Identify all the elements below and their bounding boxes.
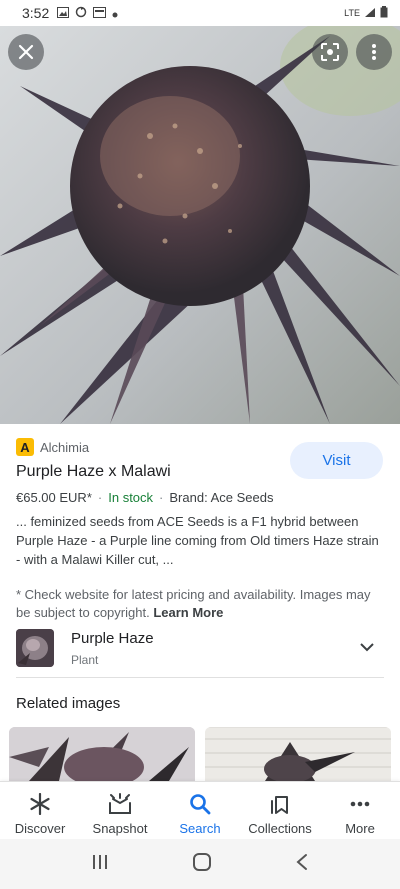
disclaimer: * Check website for latest pricing and a… xyxy=(16,586,384,622)
more-horizontal-icon xyxy=(350,801,370,807)
related-image[interactable] xyxy=(9,727,195,781)
status-right: LTE xyxy=(344,6,388,20)
network-type: LTE xyxy=(344,8,360,18)
sync-notification-icon xyxy=(75,5,87,21)
close-icon xyxy=(18,44,34,60)
price: €65.00 EUR* xyxy=(16,490,92,505)
entity-text: Purple Haze Plant xyxy=(71,630,154,667)
home-icon xyxy=(192,852,211,871)
nav-collections[interactable]: Collections xyxy=(240,782,320,839)
home-button[interactable] xyxy=(192,852,212,877)
related-images-heading: Related images xyxy=(16,695,121,712)
nav-search[interactable]: Search xyxy=(160,782,240,839)
bottom-navigation: Discover Snapshot Search Collections Mor… xyxy=(0,781,400,839)
result-description: ... feminized seeds from ACE Seeds is a … xyxy=(16,514,379,567)
recents-icon xyxy=(93,854,108,869)
entity-image xyxy=(16,629,54,667)
entity-name: Purple Haze xyxy=(71,629,154,647)
back-icon xyxy=(296,853,307,870)
nav-label: Discover xyxy=(14,821,66,836)
signal-icon xyxy=(364,7,376,20)
system-navigation-bar xyxy=(0,839,400,889)
site-favicon-icon: A xyxy=(16,438,34,456)
recents-button[interactable] xyxy=(91,853,109,876)
nav-label: Snapshot xyxy=(92,821,148,836)
collections-icon xyxy=(271,796,288,814)
product-meta: €65.00 EUR* · In stock · Brand: Ace Seed… xyxy=(16,490,384,505)
more-vertical-icon xyxy=(372,44,376,60)
nav-label: Collections xyxy=(248,821,312,836)
separator-dot: · xyxy=(159,490,164,505)
screen-notification-icon xyxy=(93,5,107,21)
related-image-picture xyxy=(205,727,391,781)
divider xyxy=(16,677,384,678)
lens-icon xyxy=(321,43,339,61)
entity-thumbnail xyxy=(16,629,54,667)
search-icon xyxy=(190,794,211,815)
back-button[interactable] xyxy=(295,853,309,876)
entity-type: Plant xyxy=(71,652,99,667)
separator-dot: · xyxy=(97,490,103,505)
more-options-button[interactable] xyxy=(356,34,392,70)
asterisk-icon xyxy=(30,793,50,815)
cannabis-bud-image xyxy=(0,26,400,424)
dot-notification-icon xyxy=(112,5,118,21)
nav-label: More xyxy=(345,821,375,836)
nav-more[interactable]: More xyxy=(320,782,400,839)
status-time: 3:52 xyxy=(22,5,50,21)
stock-status: In stock xyxy=(108,490,154,505)
related-image[interactable] xyxy=(205,727,391,781)
status-bar: 3:52 LTE xyxy=(0,0,400,26)
related-image-picture xyxy=(9,727,195,781)
learn-more-link[interactable]: Learn More xyxy=(153,605,223,620)
entity-row[interactable]: Purple Haze Plant xyxy=(16,624,384,672)
chevron-down-icon[interactable] xyxy=(360,639,374,657)
snapshot-icon xyxy=(109,793,131,814)
lens-button[interactable] xyxy=(312,34,348,70)
result-image[interactable] xyxy=(0,26,400,424)
visit-button[interactable]: Visit xyxy=(290,442,383,479)
brand: Brand: Ace Seeds xyxy=(169,490,274,505)
gallery-notification-icon xyxy=(57,5,70,21)
nav-snapshot[interactable]: Snapshot xyxy=(80,782,160,839)
battery-icon xyxy=(380,6,388,20)
nav-discover[interactable]: Discover xyxy=(0,782,80,839)
site-name[interactable]: Alchimia xyxy=(40,440,89,455)
close-button[interactable] xyxy=(8,34,44,70)
nav-label: Search xyxy=(179,821,221,836)
